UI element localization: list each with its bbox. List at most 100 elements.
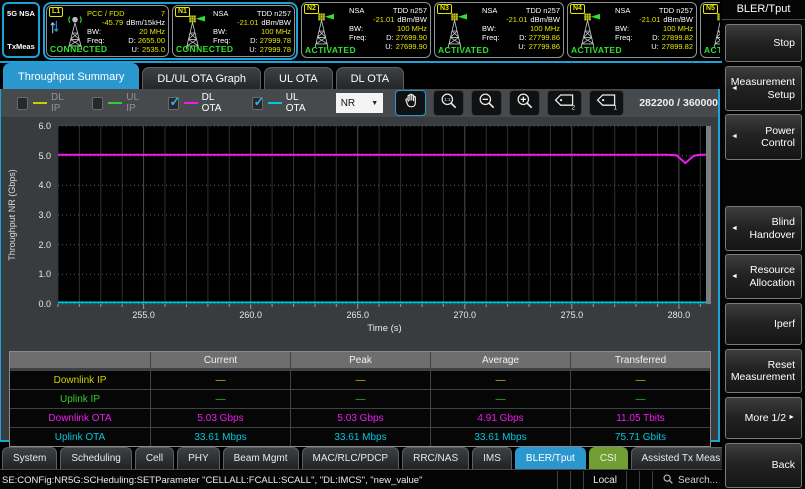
connected-cell-group: L1 PCC / FDD7 -45.79dBm/15kHz BW:20 MHz … xyxy=(43,2,298,60)
cell-status-label: ACTIVATED xyxy=(305,45,356,55)
search-placeholder: Search... xyxy=(678,475,718,486)
tab-rrc-nas[interactable]: RRC/NAS xyxy=(402,447,469,469)
tab-scheduling[interactable]: Scheduling xyxy=(60,447,131,469)
cell-badge: N3 xyxy=(437,4,452,14)
pan-tool-button[interactable] xyxy=(395,90,426,116)
cell-panel-n3[interactable]: N3 NSATDD n257 -21.01dBm/BW BW:100 MHz F… xyxy=(434,2,564,58)
search-icon xyxy=(662,473,674,488)
back-button[interactable]: Back xyxy=(725,443,802,488)
more-pages-button[interactable]: More 1/2► xyxy=(725,397,802,439)
row-label-downlink-ip: Downlink IP xyxy=(10,371,150,389)
cell-status-label: CONNECTED xyxy=(176,44,233,54)
cell-badge: N1 xyxy=(175,7,190,17)
cell-panel-n4[interactable]: N4 NSATDD n257 -21.01dBm/BW BW:100 MHz F… xyxy=(567,2,697,58)
dropdown-value: NR xyxy=(341,98,355,109)
table-header-average: Average xyxy=(431,352,570,368)
x-tick-label: 265.0 xyxy=(346,310,369,320)
stop-button[interactable]: Stop xyxy=(725,24,802,62)
cell-panel-l1[interactable]: L1 PCC / FDD7 -45.79dBm/15kHz BW:20 MHz … xyxy=(46,5,169,57)
y-tick-label: 0.0 xyxy=(1,299,51,309)
iperf-button[interactable]: Iperf xyxy=(725,303,802,345)
zoom-in-icon xyxy=(515,91,535,116)
cell-value: — xyxy=(571,371,710,389)
marker-1-icon: 1 xyxy=(595,91,618,115)
marker-1-button[interactable]: 1 xyxy=(589,90,624,116)
resource-allocation-button[interactable]: ◄Resource Allocation xyxy=(725,254,802,299)
reset-measurement-button[interactable]: Reset Measurement xyxy=(725,349,802,393)
y-tick-label: 1.0 xyxy=(1,269,51,279)
checkbox-icon[interactable]: ✓ xyxy=(168,97,179,110)
checkbox-icon[interactable]: ✓ xyxy=(92,97,103,110)
legend-item-ul-ip[interactable]: ✓ UL IP xyxy=(92,92,146,114)
table-corner-cell xyxy=(10,352,150,368)
cell-value: 33.61 Mbps xyxy=(151,428,290,446)
checkbox-icon[interactable]: ✓ xyxy=(252,97,263,110)
tab-ims[interactable]: IMS xyxy=(472,447,512,469)
status-bar: SE:CONFig:NR5G:SCHeduling:SETParameter "… xyxy=(0,471,722,489)
tab-dl-ota[interactable]: DL OTA xyxy=(336,67,405,89)
x-axis-label: Time (s) xyxy=(58,323,711,334)
search-box[interactable]: Search... xyxy=(652,471,722,489)
x-tick-label: 260.0 xyxy=(239,310,262,320)
tab-cell[interactable]: Cell xyxy=(135,447,174,469)
x-tick-label: 255.0 xyxy=(132,310,155,320)
status-segment xyxy=(557,471,570,489)
throughput-summary-panel: ✓ DL IP ✓ UL IP ✓ DL OTA ✓ UL OTA NR ▼ 1… xyxy=(0,89,720,442)
tab-ul-ota[interactable]: UL OTA xyxy=(264,67,333,89)
tab-dl-ul-ota-graph[interactable]: DL/UL OTA Graph xyxy=(142,67,261,89)
scpi-command-text: SE:CONFig:NR5G:SCHeduling:SETParameter "… xyxy=(0,475,557,486)
plot-area[interactable] xyxy=(58,126,711,304)
row-label-uplink-ota: Uplink OTA xyxy=(10,428,150,446)
tab-assisted-tx-meas[interactable]: Assisted Tx Meas xyxy=(631,447,732,469)
legend-item-ul-ota[interactable]: ✓ UL OTA xyxy=(252,92,315,114)
zoom-in-button[interactable] xyxy=(509,90,540,116)
tab-mac-rlc-pdcp[interactable]: MAC/RLC/PDCP xyxy=(302,447,400,469)
zoom-reset-button[interactable]: 1:1 xyxy=(433,90,464,116)
tab-beam-mgmt[interactable]: Beam Mgmt xyxy=(223,447,299,469)
status-segment xyxy=(570,471,583,489)
zoom-out-icon xyxy=(477,91,497,116)
blind-handover-button[interactable]: ◄Blind Handover xyxy=(725,206,802,251)
check-icon: ✓ xyxy=(254,94,265,110)
cell-panel-n5[interactable]: N5 ACTIVATED xyxy=(700,2,720,58)
svg-text:1:1: 1:1 xyxy=(444,97,451,102)
series-color-swatch xyxy=(268,102,282,104)
measurement-tab-row: Throughput Summary DL/UL OTA Graph UL OT… xyxy=(0,63,722,89)
technology-dropdown[interactable]: NR ▼ xyxy=(336,93,384,113)
cell-panel-n1[interactable]: N1 NSATDD n257 -21.01dBm/BW BW:100 MHz F… xyxy=(172,5,295,57)
series-color-swatch xyxy=(184,102,198,104)
svg-text:2: 2 xyxy=(572,104,576,110)
zoom-out-button[interactable] xyxy=(471,90,502,116)
cell-panel-n2[interactable]: N2 NSATDD n257 -21.01dBm/BW BW:100 MHz F… xyxy=(301,2,431,58)
submenu-arrow-icon: ◄ xyxy=(731,222,738,235)
cell-status-label: CONNECTED xyxy=(50,44,107,54)
tab-phy[interactable]: PHY xyxy=(177,447,220,469)
cell-value: — xyxy=(291,371,430,389)
softkey-sidebar: BLER/Tput Stop ◄Measurement Setup ◄Power… xyxy=(722,0,805,489)
sample-counter: 282200 / 360000 xyxy=(639,97,718,109)
cell-value: 5.03 Gbps xyxy=(151,409,290,427)
y-tick-label: 2.0 xyxy=(1,240,51,250)
system-mode-label: 5G NSA xyxy=(7,9,35,18)
cell-value: 11.05 Tbits xyxy=(571,409,710,427)
cell-badge: N5 xyxy=(703,4,718,14)
legend-item-dl-ip[interactable]: ✓ DL IP xyxy=(17,92,71,114)
tab-throughput-summary[interactable]: Throughput Summary xyxy=(3,63,139,89)
local-remote-button[interactable]: Local xyxy=(583,471,626,489)
more-arrow-icon: ► xyxy=(788,412,795,425)
measurement-setup-button[interactable]: ◄Measurement Setup xyxy=(725,66,802,111)
tx-meas-label: TxMeas xyxy=(7,42,35,51)
legend-item-dl-ota[interactable]: ✓ DL OTA xyxy=(168,92,231,114)
tab-bler-tput[interactable]: BLER/Tput xyxy=(515,447,586,469)
power-control-button[interactable]: ◄Power Control xyxy=(725,114,802,160)
local-label: Local xyxy=(593,475,617,486)
tab-csi[interactable]: CSI xyxy=(589,447,628,469)
system-mode-panel[interactable]: 5G NSA TxMeas xyxy=(2,2,40,58)
throughput-table: Current Peak Average Transferred Downlin… xyxy=(9,351,711,447)
cell-status-label: ACTIVATED xyxy=(438,45,489,55)
marker-2-button[interactable]: 2 xyxy=(547,90,582,116)
table-header-transferred: Transferred xyxy=(571,352,710,368)
plot-right-scrollbar[interactable] xyxy=(706,126,711,304)
checkbox-icon[interactable]: ✓ xyxy=(17,97,28,110)
tab-system[interactable]: System xyxy=(2,447,57,469)
